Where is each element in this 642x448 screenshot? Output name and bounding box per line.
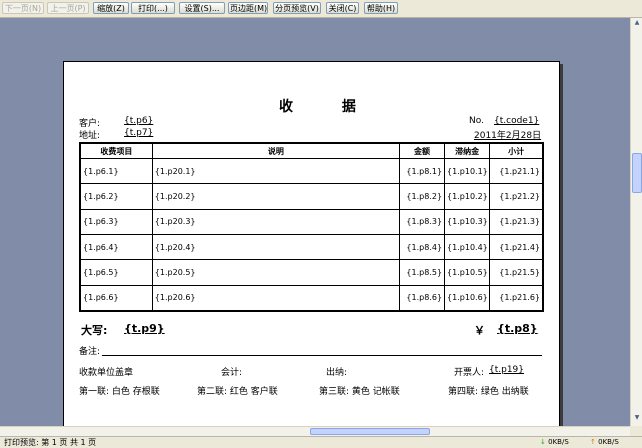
preview-toolbar: 下一页(N) 上一页(P) 缩放(Z) 打印(...) 设置(S)... 页边距… bbox=[0, 0, 642, 18]
receipt-page: 收 据 客户: {t.p6} 地址: {t.p7} No. {t.code1} … bbox=[63, 61, 560, 426]
download-arrow-icon: ↓ bbox=[540, 438, 546, 446]
column-header: 小计 bbox=[489, 142, 544, 159]
cashier-label: 出纳: bbox=[326, 368, 348, 378]
table-cell: {1.p20.1} bbox=[151, 157, 400, 185]
table-cell: {1.p10.1} bbox=[444, 157, 491, 185]
table-cell: {1.p8.5} bbox=[398, 259, 446, 286]
upload-rate-text: 0KB/S bbox=[598, 438, 619, 446]
download-rate: ↓ 0KB/S bbox=[540, 437, 569, 448]
table-row: {1.p6.5} {1.p20.5} {1.p8.5} {1.p10.5} {1… bbox=[79, 259, 544, 286]
daxie-label: 大写: bbox=[81, 324, 108, 337]
status-bar: 打印预览: 第 1 页 共 1 页 ↓ 0KB/S ↑ 0KB/S bbox=[0, 436, 642, 448]
close-button[interactable]: 关闭(C) bbox=[326, 2, 359, 14]
address-value: {t.p7} bbox=[124, 128, 154, 138]
yen-symbol: ￥ bbox=[474, 324, 485, 337]
copy-2-note: 第二联: 红色 客户联 bbox=[197, 387, 278, 397]
column-header: 说明 bbox=[151, 142, 400, 159]
table-cell: {1.p8.1} bbox=[398, 157, 446, 185]
scroll-up-icon[interactable]: ▲ bbox=[632, 19, 642, 29]
table-cell: {1.p10.4} bbox=[444, 233, 491, 261]
table-cell: {1.p6.6} bbox=[79, 284, 153, 312]
upload-rate: ↑ 0KB/S bbox=[590, 437, 619, 448]
table-row: {1.p6.2} {1.p20.2} {1.p8.2} {1.p10.2} {1… bbox=[79, 183, 544, 210]
table-cell: {1.p6.1} bbox=[79, 157, 153, 185]
table-cell: {1.p21.5} bbox=[489, 259, 544, 286]
address-label: 地址: bbox=[79, 131, 101, 141]
table-cell: {1.p6.5} bbox=[79, 259, 153, 286]
accountant-label: 会计: bbox=[221, 368, 243, 378]
copy-3-note: 第三联: 黄色 记帐联 bbox=[319, 387, 400, 397]
print-button[interactable]: 打印(...) bbox=[131, 2, 175, 14]
horizontal-scroll-thumb[interactable] bbox=[310, 428, 430, 435]
table-cell: {1.p21.3} bbox=[489, 208, 544, 235]
table-row: {1.p6.1} {1.p20.1} {1.p8.1} {1.p10.1} {1… bbox=[79, 157, 544, 185]
column-header: 金额 bbox=[398, 142, 446, 159]
table-cell: {1.p10.2} bbox=[444, 183, 491, 210]
table-cell: {1.p10.6} bbox=[444, 284, 491, 312]
daxie-value: {t.p9} bbox=[124, 322, 165, 335]
table-cell: {1.p20.4} bbox=[151, 233, 400, 261]
table-row: {1.p6.3} {1.p20.3} {1.p8.3} {1.p10.3} {1… bbox=[79, 208, 544, 235]
margins-button[interactable]: 页边距(M) bbox=[228, 2, 268, 14]
page-status: 打印预览: 第 1 页 共 1 页 bbox=[4, 438, 97, 447]
page-preview-button[interactable]: 分页预览(V) bbox=[273, 2, 321, 14]
receipt-no-value: {t.code1} bbox=[494, 116, 540, 126]
copy-1-note: 第一联: 白色 存根联 bbox=[79, 387, 160, 397]
preview-area[interactable]: 收 据 客户: {t.p6} 地址: {t.p7} No. {t.code1} … bbox=[0, 18, 630, 426]
horizontal-scrollbar[interactable] bbox=[0, 426, 630, 436]
table-cell: {1.p10.3} bbox=[444, 208, 491, 235]
issuer-label: 开票人: bbox=[454, 368, 485, 378]
table-cell: {1.p8.4} bbox=[398, 233, 446, 261]
table-cell: {1.p8.3} bbox=[398, 208, 446, 235]
table-cell: {1.p20.6} bbox=[151, 284, 400, 312]
help-button[interactable]: 帮助(H) bbox=[364, 2, 398, 14]
remark-line bbox=[102, 355, 542, 356]
table-row: {1.p6.4} {1.p20.4} {1.p8.4} {1.p10.4} {1… bbox=[79, 233, 544, 261]
upload-arrow-icon: ↑ bbox=[590, 438, 596, 446]
table-header-row: 收费项目 说明 金额 滞纳金 小计 bbox=[79, 142, 544, 159]
table-cell: {1.p8.6} bbox=[398, 284, 446, 312]
vertical-scrollbar[interactable]: ▲ ▼ bbox=[630, 18, 642, 426]
table-cell: {1.p21.6} bbox=[489, 284, 544, 312]
issuer-value: {t.p19} bbox=[489, 365, 525, 375]
download-rate-text: 0KB/S bbox=[548, 438, 569, 446]
next-page-button[interactable]: 下一页(N) bbox=[2, 2, 44, 14]
receipt-title: 收 据 bbox=[279, 99, 378, 115]
customer-value: {t.p6} bbox=[124, 116, 154, 126]
table-cell: {1.p6.4} bbox=[79, 233, 153, 261]
table-cell: {1.p8.2} bbox=[398, 183, 446, 210]
scroll-down-icon[interactable]: ▼ bbox=[632, 414, 642, 424]
table-cell: {1.p21.1} bbox=[489, 157, 544, 185]
vertical-scroll-thumb[interactable] bbox=[632, 153, 642, 193]
table-cell: {1.p6.3} bbox=[79, 208, 153, 235]
table-cell: {1.p10.5} bbox=[444, 259, 491, 286]
yen-value: {t.p8} bbox=[497, 322, 538, 335]
column-header: 滞纳金 bbox=[444, 142, 491, 159]
table-cell: {1.p20.3} bbox=[151, 208, 400, 235]
remark-label: 备注: bbox=[79, 347, 101, 357]
receipt-no-label: No. bbox=[469, 116, 484, 126]
table-cell: {1.p20.5} bbox=[151, 259, 400, 286]
prev-page-button[interactable]: 上一页(P) bbox=[47, 2, 89, 14]
table-cell: {1.p20.2} bbox=[151, 183, 400, 210]
table-cell: {1.p21.2} bbox=[489, 183, 544, 210]
zoom-button[interactable]: 缩放(Z) bbox=[93, 2, 129, 14]
seal-label: 收款单位盖章 bbox=[79, 368, 134, 378]
table-row: {1.p6.6} {1.p20.6} {1.p8.6} {1.p10.6} {1… bbox=[79, 284, 544, 312]
column-header: 收费项目 bbox=[79, 142, 153, 159]
table-cell: {1.p6.2} bbox=[79, 183, 153, 210]
fee-table: 收费项目 说明 金额 滞纳金 小计 {1.p6.1} {1.p20.1} {1.… bbox=[79, 142, 544, 312]
table-cell: {1.p21.4} bbox=[489, 233, 544, 261]
receipt-date: 2011年2月28日 bbox=[474, 131, 542, 141]
settings-button[interactable]: 设置(S)... bbox=[179, 2, 225, 14]
copy-4-note: 第四联: 绿色 出纳联 bbox=[448, 387, 529, 397]
